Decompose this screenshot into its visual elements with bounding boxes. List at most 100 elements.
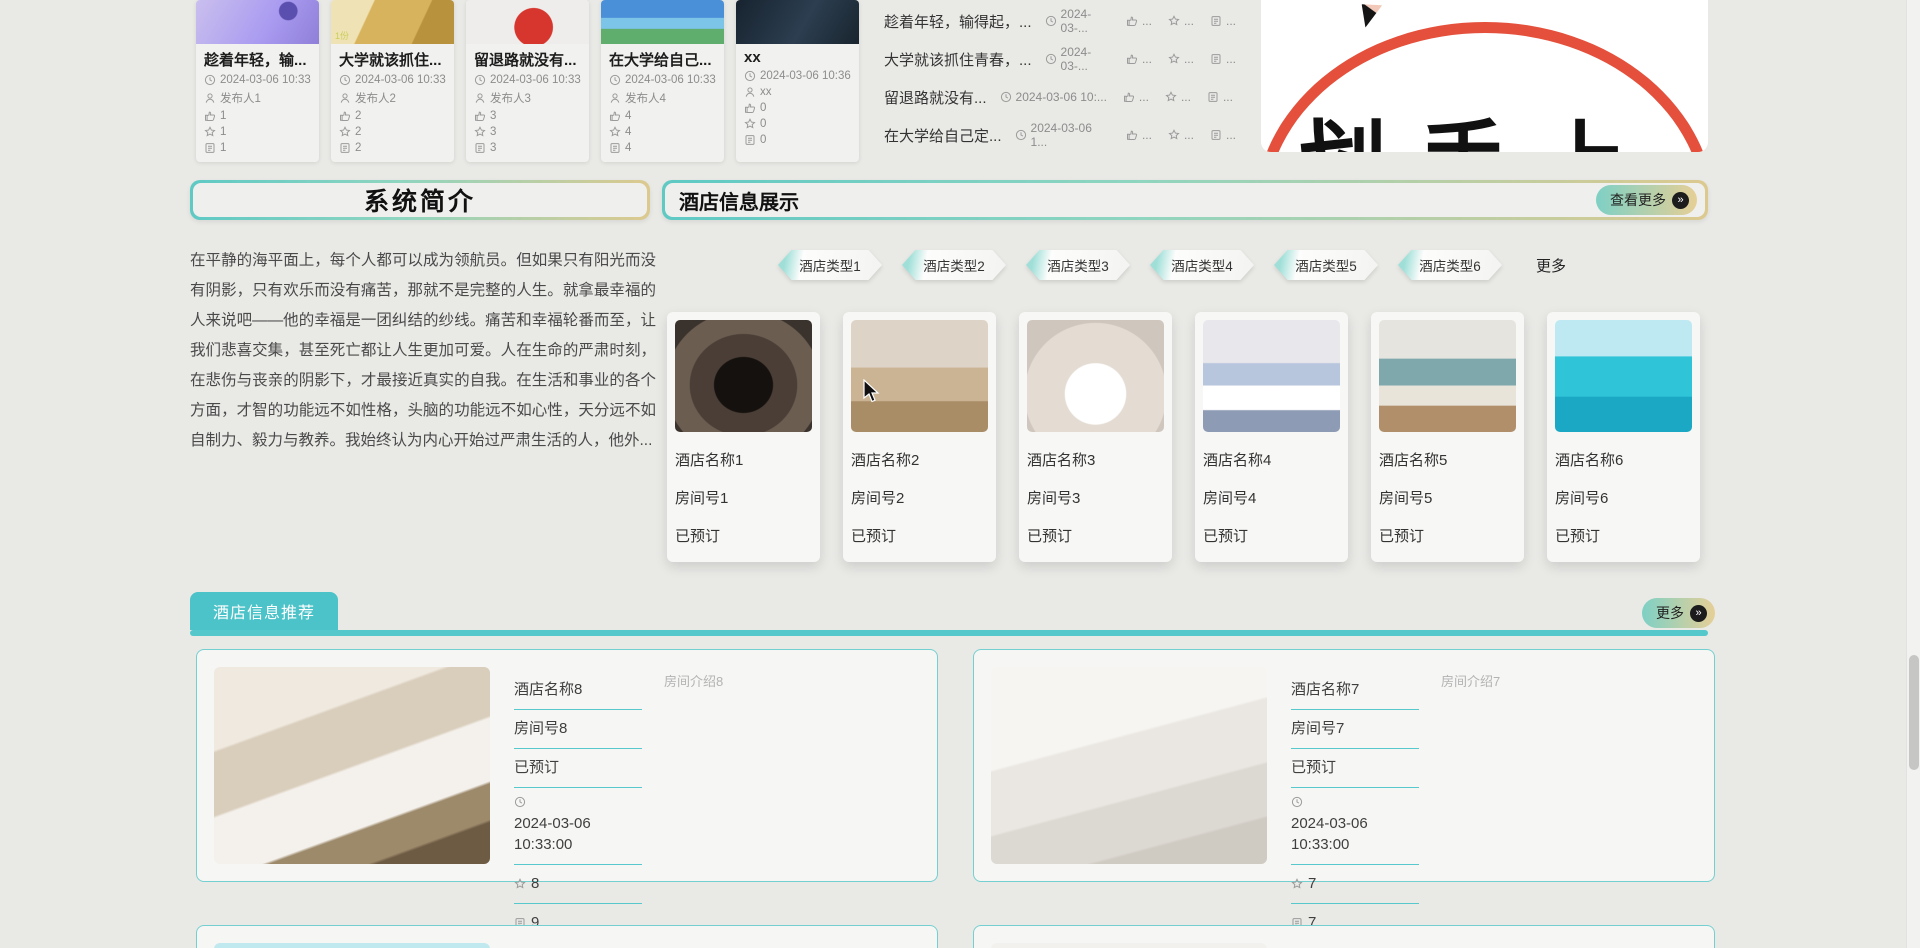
hotel-card[interactable]: 酒店名称6 房间号6 已预订 xyxy=(1547,312,1700,562)
news-list-title[interactable]: 在大学给自己定... xyxy=(884,125,1002,146)
document-icon xyxy=(204,142,216,154)
hotel-name: 酒店名称3 xyxy=(1027,449,1164,470)
user-icon xyxy=(204,92,216,104)
meta-row: 3 xyxy=(474,142,581,154)
hotel-type-tab[interactable]: 酒店类型5 xyxy=(1274,250,1378,280)
hotel-name: 酒店名称1 xyxy=(675,449,812,470)
hotel-status: 已预订 xyxy=(514,749,642,788)
meta-row: xx xyxy=(744,86,851,98)
hotel-status: 已预订 xyxy=(851,525,988,546)
clock-icon xyxy=(474,74,486,86)
hotel-name: 酒店名称6 xyxy=(1555,449,1692,470)
hotel-name: 酒店名称8 xyxy=(514,671,642,710)
system-intro-header: 系统简介 xyxy=(190,180,650,220)
meta-row: 发布人3 xyxy=(474,90,581,106)
recommend-card-details: 酒店名称8 房间号8 已预订 2024-03-06 10:33:00 8 9 xyxy=(514,671,642,864)
user-icon xyxy=(339,92,351,104)
meta-row: 0 xyxy=(744,134,851,146)
star-icon xyxy=(1168,15,1180,27)
news-card-image xyxy=(736,0,859,44)
hotel-card[interactable]: 酒店名称3 房间号3 已预订 xyxy=(1019,312,1172,562)
clock-icon xyxy=(339,74,351,86)
news-card-title[interactable]: 趁着年轻，输... xyxy=(204,49,311,70)
star-icon xyxy=(1291,878,1303,890)
news-list-row[interactable]: 大学就该抓住青春，... 2024-03-... ... ... ... xyxy=(884,40,1236,78)
news-card-title[interactable]: 在大学给自己... xyxy=(609,49,716,70)
document-icon xyxy=(1210,129,1222,141)
star-icon xyxy=(339,126,351,138)
user-icon xyxy=(474,92,486,104)
clock-icon xyxy=(1045,53,1057,65)
hotel-type-tab[interactable]: 酒店类型6 xyxy=(1398,250,1502,280)
hotel-room: 房间号5 xyxy=(1379,487,1516,508)
hotel-room: 房间号4 xyxy=(1203,487,1340,508)
view-more-button[interactable]: 查看更多 » xyxy=(1596,185,1697,215)
hotel-stars: 7 xyxy=(1291,865,1419,904)
meta-row: 发布人4 xyxy=(609,90,716,106)
recommend-section-tab[interactable]: 酒店信息推荐 xyxy=(190,592,338,630)
recommend-card-image xyxy=(214,943,490,948)
hotel-room: 房间号8 xyxy=(514,710,642,749)
hotel-card-image xyxy=(1379,320,1516,432)
hotel-card[interactable]: 酒店名称1 房间号1 已预订 xyxy=(667,312,820,562)
thumbs-up-icon xyxy=(339,110,351,122)
thumbs-up-icon xyxy=(744,102,756,114)
hotel-name: 酒店名称5 xyxy=(1379,449,1516,470)
hotel-room: 房间号2 xyxy=(851,487,988,508)
news-card[interactable]: 留退路就没有... 2024-03-06 10:33发布人3333 xyxy=(466,0,589,162)
hotel-type-tab[interactable]: 酒店类型1 xyxy=(778,250,882,280)
clock-icon xyxy=(204,74,216,86)
recommend-underline-bar xyxy=(190,630,1708,636)
thumbs-up-icon xyxy=(1126,129,1138,141)
scrollbar-thumb[interactable] xyxy=(1909,655,1919,770)
hotel-showcase-title: 酒店信息展示 xyxy=(679,186,799,215)
meta-row: 3 xyxy=(474,110,581,122)
news-card[interactable]: 趁着年轻，输... 2024-03-06 10:33发布人1111 xyxy=(196,0,319,162)
promo-banner[interactable]: 划手上 xyxy=(1261,0,1708,152)
hotel-name: 酒店名称4 xyxy=(1203,449,1340,470)
recommend-card[interactable]: 酒店名称6 房间介绍6 xyxy=(196,925,938,948)
hotel-type-tab[interactable]: 酒店类型4 xyxy=(1150,250,1254,280)
star-icon xyxy=(744,118,756,130)
hotel-type-tab[interactable]: 酒店类型2 xyxy=(902,250,1006,280)
news-card-title[interactable]: xx xyxy=(744,49,851,66)
meta-row: 2024-03-06 10:33 xyxy=(339,74,446,86)
hotel-card[interactable]: 酒店名称4 房间号4 已预订 xyxy=(1195,312,1348,562)
document-icon xyxy=(744,134,756,146)
news-card-title[interactable]: 留退路就没有... xyxy=(474,49,581,70)
thumbs-up-icon xyxy=(1126,15,1138,27)
meta-row: 2 xyxy=(339,110,446,122)
tab-more[interactable]: 更多 xyxy=(1536,255,1566,276)
document-icon xyxy=(1210,53,1222,65)
news-card[interactable]: 1份 大学就该抓住... 2024-03-06 10:33发布人2222 xyxy=(331,0,454,162)
news-card[interactable]: 在大学给自己... 2024-03-06 10:33发布人4444 xyxy=(601,0,724,162)
hotel-type-tabs: 酒店类型1 酒店类型2 酒店类型3 酒店类型4 酒店类型5 酒店类型6 更多 xyxy=(778,250,1566,280)
news-list-row[interactable]: 在大学给自己定... 2024-03-06 1... ... ... ... xyxy=(884,116,1236,154)
star-icon xyxy=(1168,129,1180,141)
hotel-card-image xyxy=(1555,320,1692,432)
hotel-status: 已预订 xyxy=(1203,525,1340,546)
news-list-title[interactable]: 留退路就没有... xyxy=(884,87,987,108)
meta-row: 2024-03-06 10:33 xyxy=(474,74,581,86)
thumbs-up-icon xyxy=(1123,91,1135,103)
news-card-title[interactable]: 大学就该抓住... xyxy=(339,49,446,70)
room-intro-label: 房间介绍8 xyxy=(664,671,723,864)
hotel-type-tab[interactable]: 酒店类型3 xyxy=(1026,250,1130,280)
recommend-card[interactable]: 酒店名称8 房间号8 已预订 2024-03-06 10:33:00 8 9 房… xyxy=(196,649,938,882)
news-list-row[interactable]: 留退路就没有... 2024-03-06 10:... ... ... ... xyxy=(884,78,1236,116)
star-icon xyxy=(1168,53,1180,65)
chevron-double-right-icon: » xyxy=(1690,605,1707,622)
recommend-more-button[interactable]: 更多 » xyxy=(1642,598,1715,628)
hotel-date: 2024-03-06 10:33:00 xyxy=(514,788,642,865)
recommend-card[interactable]: 酒店名称5 房间介绍5 xyxy=(973,925,1715,948)
news-card[interactable]: xx 2024-03-06 10:36xx000 xyxy=(736,0,859,162)
news-list-title[interactable]: 大学就该抓住青春，... xyxy=(884,49,1032,70)
page-scrollbar[interactable] xyxy=(1906,0,1920,948)
meta-row: 4 xyxy=(609,126,716,138)
recommend-card-image xyxy=(991,667,1267,864)
hotel-card[interactable]: 酒店名称2 房间号2 已预订 xyxy=(843,312,996,562)
hotel-card[interactable]: 酒店名称5 房间号5 已预订 xyxy=(1371,312,1524,562)
news-list-title[interactable]: 趁着年轻，输得起，... xyxy=(884,11,1032,32)
recommend-card[interactable]: 酒店名称7 房间号7 已预订 2024-03-06 10:33:00 7 7 房… xyxy=(973,649,1715,882)
news-list-row[interactable]: 趁着年轻，输得起，... 2024-03-... ... ... ... xyxy=(884,2,1236,40)
